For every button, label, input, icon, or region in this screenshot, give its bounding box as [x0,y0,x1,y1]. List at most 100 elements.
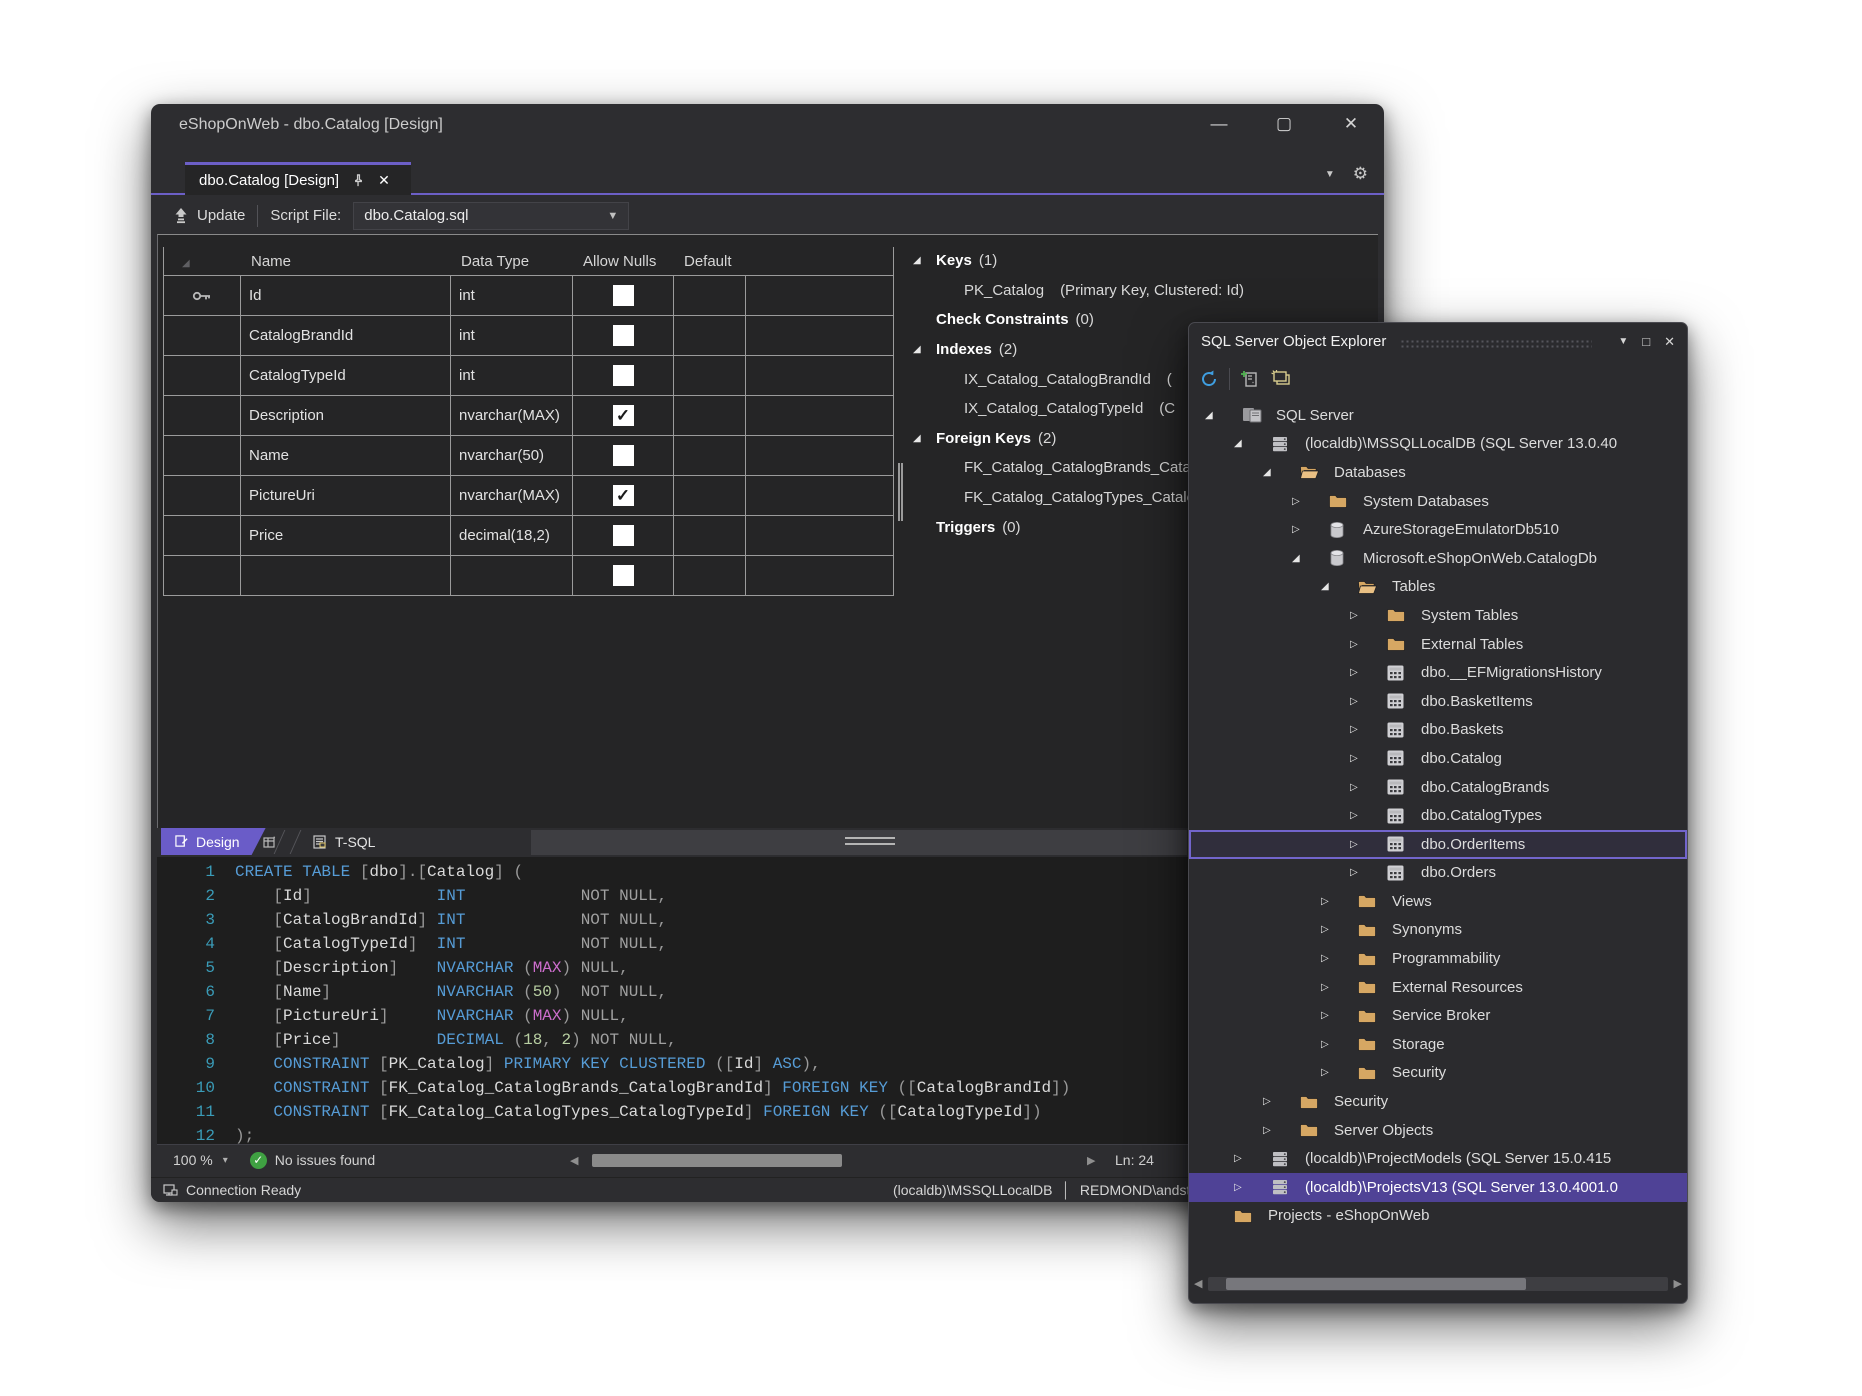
table-row[interactable]: CatalogTypeIdint [164,355,893,395]
tree-item[interactable]: ▷dbo.Catalog [1189,744,1687,773]
column-name-cell[interactable]: CatalogTypeId [241,356,451,395]
allow-nulls-checkbox[interactable] [613,325,634,346]
object-panel-section[interactable]: ◢Keys(1) [913,246,1379,276]
section-expander-icon[interactable]: ◢ [913,433,936,444]
tree-expander-icon[interactable]: ▷ [1349,696,1386,707]
default-cell[interactable] [674,316,746,355]
tree-item[interactable]: ▷External Resources [1189,973,1687,1002]
tree-item[interactable]: ▷(localdb)\ProjectModels (SQL Server 15.… [1189,1144,1687,1173]
allow-nulls-checkbox[interactable] [613,565,634,586]
tree-expander-icon[interactable]: ▷ [1349,610,1386,621]
allow-nulls-cell[interactable]: ✓ [573,396,674,435]
zoom-caret-icon[interactable]: ▾ [223,1155,228,1166]
grid-corner-cell[interactable]: ◢ [164,253,241,270]
table-row[interactable] [164,555,893,595]
data-type-cell[interactable]: nvarchar(MAX) [451,396,573,435]
ssox-title-bar[interactable]: SQL Server Object Explorer ▼ □ ✕ [1189,323,1687,360]
tree-item[interactable]: ▷Server Objects [1189,1116,1687,1145]
tree-expander-icon[interactable]: ▷ [1349,782,1386,793]
allow-nulls-cell[interactable] [573,276,674,315]
tab-close-icon[interactable]: ✕ [378,172,390,189]
default-cell[interactable] [674,396,746,435]
default-cell[interactable] [674,276,746,315]
column-name-cell[interactable]: Description [241,396,451,435]
allow-nulls-checkbox[interactable]: ✓ [613,405,634,426]
drag-texture[interactable] [1400,339,1592,348]
tree-item[interactable]: ▷dbo.Orders [1189,859,1687,888]
tree-expander-icon[interactable]: ◢ [1204,410,1241,421]
tree-expander-icon[interactable]: ▷ [1320,924,1357,935]
default-cell[interactable] [674,516,746,555]
tree-expander-icon[interactable]: ▷ [1262,1125,1299,1136]
tree-expander-icon[interactable]: ◢ [1291,553,1328,564]
zoom-level[interactable]: 100 % [173,1152,213,1168]
tree-item[interactable]: ▷Storage [1189,1030,1687,1059]
tree-item[interactable]: ◢Tables [1189,573,1687,602]
row-header-cell[interactable] [164,476,241,515]
table-row[interactable]: CatalogBrandIdint [164,315,893,355]
editor-horizontal-scrollbar[interactable]: ◀ [570,1152,1082,1169]
row-header-cell[interactable] [164,436,241,475]
tree-item[interactable]: ▷Programmability [1189,944,1687,973]
tree-item[interactable]: ▷dbo.CatalogTypes [1189,801,1687,830]
close-button[interactable]: ✕ [1327,104,1375,144]
tree-expander-icon[interactable]: ▷ [1349,667,1386,678]
refresh-icon[interactable] [1199,369,1219,389]
pin-icon[interactable] [352,174,365,187]
scroll-right-icon[interactable]: ▶ [1087,1154,1101,1167]
ssox-horizontal-scrollbar[interactable]: ◀ ▶ [1194,1274,1682,1293]
row-header-cell[interactable] [164,276,241,315]
tab-dbo-catalog-design[interactable]: dbo.Catalog [Design] ✕ [185,162,411,195]
tree-item[interactable]: ▷(localdb)\ProjectsV13 (SQL Server 13.0.… [1189,1173,1687,1202]
tree-expander-icon[interactable]: ▷ [1320,1010,1357,1021]
tree-item[interactable]: ▷dbo.__EFMigrationsHistory [1189,658,1687,687]
tree-item[interactable]: ▷dbo.Baskets [1189,716,1687,745]
allow-nulls-checkbox[interactable] [613,365,634,386]
tree-item[interactable]: ▷System Tables [1189,601,1687,630]
default-cell[interactable] [674,556,746,595]
tree-item[interactable]: ◢Microsoft.eShopOnWeb.CatalogDb [1189,544,1687,573]
tree-expander-icon[interactable]: ◢ [1320,581,1357,592]
tree-expander-icon[interactable]: ▷ [1291,496,1328,507]
tree-item[interactable]: ▷dbo.OrderItems [1189,830,1687,859]
tree-item[interactable]: ▷Service Broker [1189,1001,1687,1030]
tree-expander-icon[interactable]: ▷ [1349,810,1386,821]
tree-item[interactable]: ◢Databases [1189,458,1687,487]
row-header-cell[interactable] [164,556,241,595]
minimize-button[interactable]: — [1195,104,1243,144]
allow-nulls-checkbox[interactable] [613,525,634,546]
column-name-cell[interactable]: Name [241,436,451,475]
grid-header-data-type[interactable]: Data Type [451,253,573,270]
tree-item[interactable]: ▷Security [1189,1059,1687,1088]
row-header-cell[interactable] [164,396,241,435]
tree-expander-icon[interactable]: ◢ [1233,438,1270,449]
tree-item[interactable]: ▷dbo.CatalogBrands [1189,773,1687,802]
default-cell[interactable] [674,436,746,475]
tree-item[interactable]: ▷External Tables [1189,630,1687,659]
ssox-close-icon[interactable]: ✕ [1664,334,1675,350]
tree-expander-icon[interactable]: ▷ [1291,524,1328,535]
chevron-down-icon[interactable]: ▼ [1325,169,1335,180]
data-type-cell[interactable]: decimal(18,2) [451,516,573,555]
table-row[interactable]: Pricedecimal(18,2) [164,515,893,555]
tree-expander-icon[interactable]: ▷ [1349,867,1386,878]
tree-expander-icon[interactable]: ▷ [1349,839,1386,850]
column-name-cell[interactable]: Price [241,516,451,555]
scroll-left-icon[interactable]: ◀ [570,1154,584,1167]
allow-nulls-checkbox[interactable]: ✓ [613,485,634,506]
ssox-dropdown-icon[interactable]: ▼ [1618,336,1628,347]
default-cell[interactable] [674,356,746,395]
section-expander-icon[interactable]: ◢ [913,344,936,355]
tree-expander-icon[interactable]: ▷ [1320,982,1357,993]
ssox-maximize-icon[interactable]: □ [1642,334,1650,349]
maximize-button[interactable]: ▢ [1260,104,1308,144]
tree-item[interactable]: ◢SQL Server [1189,401,1687,430]
tree-expander-icon[interactable]: ▷ [1349,639,1386,650]
tree-expander-icon[interactable]: ▷ [1320,1067,1357,1078]
scroll-thumb[interactable] [592,1154,842,1167]
column-name-cell[interactable]: Id [241,276,451,315]
allow-nulls-checkbox[interactable] [613,445,634,466]
tree-expander-icon[interactable]: ▷ [1349,724,1386,735]
tree-expander-icon[interactable]: ▷ [1233,1182,1270,1193]
tree-expander-icon[interactable]: ▷ [1320,1039,1357,1050]
